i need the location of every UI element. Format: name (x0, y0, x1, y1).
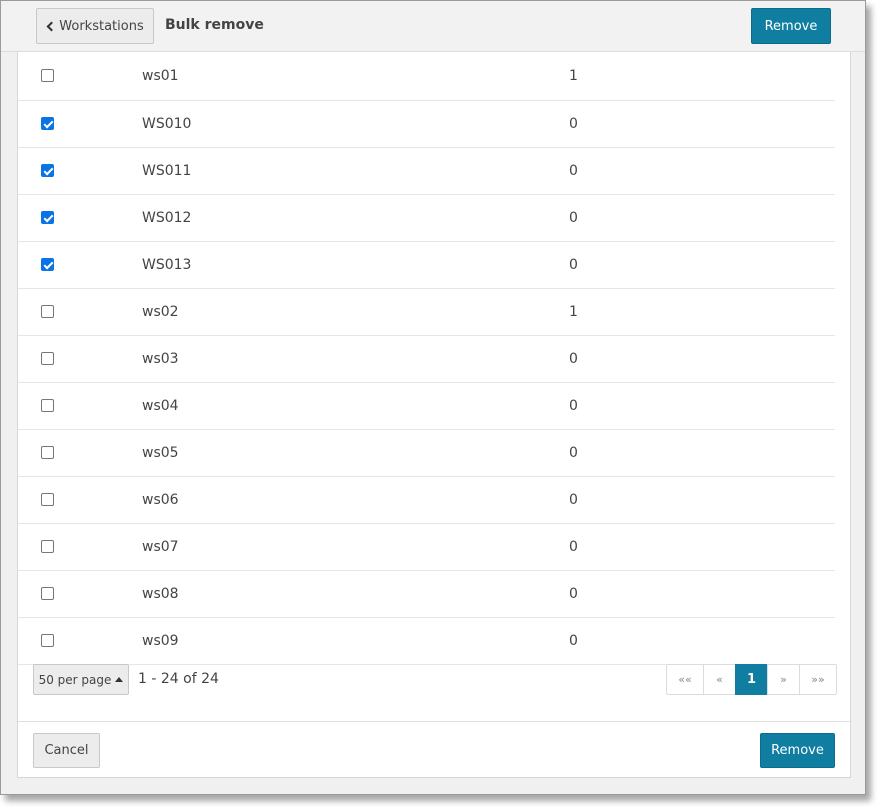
per-page-label: 50 per page (38, 672, 112, 687)
workstation-count: 0 (569, 633, 578, 649)
workstation-name: ws07 (142, 539, 179, 555)
back-button-label: Workstations (59, 18, 144, 34)
row-checkbox[interactable] (41, 69, 54, 82)
pagination: «« « 1 » »» (666, 664, 837, 695)
row-checkbox[interactable] (41, 211, 54, 224)
workstation-count: 1 (569, 304, 578, 320)
workstation-name: WS010 (142, 116, 192, 132)
table-row: ws06 0 (18, 477, 835, 524)
bulk-remove-window: Workstations Bulk remove Remove ws01 1 WS0… (0, 0, 866, 795)
workstation-count: 0 (569, 445, 578, 461)
workstation-name: ws02 (142, 304, 179, 320)
workstation-name: WS011 (142, 163, 192, 179)
current-page-button[interactable]: 1 (735, 664, 768, 695)
remove-button-top[interactable]: Remove (751, 8, 831, 44)
workstation-list-panel: ws01 1 WS010 0 WS011 0 WS012 0 WS013 0 ws02 1 ws03 0 w… (17, 52, 851, 778)
table-row: ws05 0 (18, 430, 835, 477)
top-bar: Workstations Bulk remove Remove (1, 1, 865, 52)
first-page-button[interactable]: «« (666, 664, 704, 695)
workstation-name: ws06 (142, 492, 179, 508)
workstation-name: WS013 (142, 257, 192, 273)
workstation-name: ws08 (142, 586, 179, 602)
workstation-count: 0 (569, 116, 578, 132)
table-row: ws01 1 (18, 52, 835, 101)
table-row: ws08 0 (18, 571, 835, 618)
workstation-name: ws03 (142, 351, 179, 367)
table-row: ws02 1 (18, 289, 835, 336)
workstation-count: 0 (569, 210, 578, 226)
workstation-count: 0 (569, 492, 578, 508)
workstation-list: ws01 1 WS010 0 WS011 0 WS012 0 WS013 0 ws02 1 ws03 0 w… (18, 52, 850, 665)
next-page-button[interactable]: » (767, 664, 800, 695)
workstation-name: ws04 (142, 398, 179, 414)
workstation-count: 0 (569, 257, 578, 273)
workstation-count: 0 (569, 163, 578, 179)
row-checkbox[interactable] (41, 117, 54, 130)
row-checkbox[interactable] (41, 634, 54, 647)
row-checkbox[interactable] (41, 493, 54, 506)
workstation-count: 0 (569, 398, 578, 414)
cancel-button[interactable]: Cancel (33, 733, 100, 768)
row-checkbox[interactable] (41, 587, 54, 600)
table-row: WS010 0 (18, 101, 835, 148)
row-checkbox[interactable] (41, 258, 54, 271)
page-title: Bulk remove (165, 17, 264, 33)
row-checkbox[interactable] (41, 540, 54, 553)
table-row: WS013 0 (18, 242, 835, 289)
back-to-workstations-button[interactable]: Workstations (36, 8, 154, 44)
workstation-count: 0 (569, 586, 578, 602)
table-row: WS011 0 (18, 148, 835, 195)
chevron-left-icon (46, 21, 57, 31)
workstation-name: ws09 (142, 633, 179, 649)
remove-button-bottom[interactable]: Remove (760, 733, 835, 768)
workstation-name: ws05 (142, 445, 179, 461)
table-row: ws09 0 (18, 618, 835, 665)
workstation-name: WS012 (142, 210, 192, 226)
workstation-count: 0 (569, 539, 578, 555)
table-row: WS012 0 (18, 195, 835, 242)
previous-page-button[interactable]: « (703, 664, 736, 695)
row-checkbox[interactable] (41, 352, 54, 365)
table-row: ws04 0 (18, 383, 835, 430)
row-checkbox[interactable] (41, 164, 54, 177)
last-page-button[interactable]: »» (799, 664, 837, 695)
row-checkbox[interactable] (41, 399, 54, 412)
per-page-dropdown[interactable]: 50 per page (33, 664, 129, 695)
workstation-name: ws01 (142, 68, 179, 84)
footer: Cancel Remove (18, 721, 850, 777)
row-checkbox[interactable] (41, 305, 54, 318)
workstation-count: 1 (569, 68, 578, 84)
workstation-count: 0 (569, 351, 578, 367)
table-row: ws07 0 (18, 524, 835, 571)
caret-up-icon (115, 677, 124, 682)
row-checkbox[interactable] (41, 446, 54, 459)
table-row: ws03 0 (18, 336, 835, 383)
result-range: 1 - 24 of 24 (138, 671, 219, 687)
